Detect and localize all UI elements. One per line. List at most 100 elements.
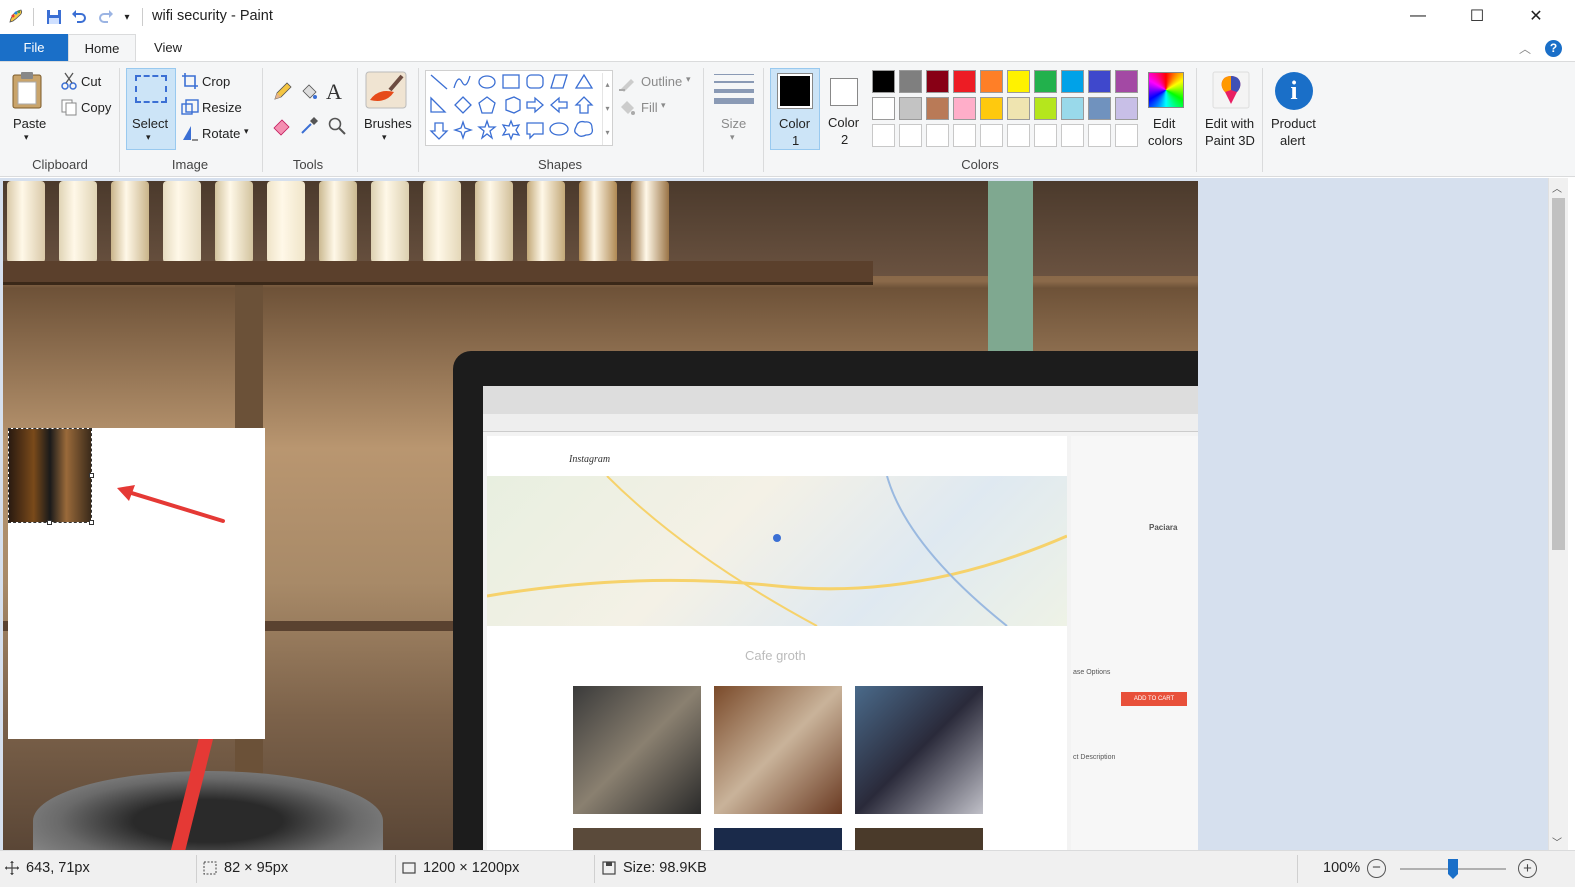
zoom-out-button[interactable]: − <box>1367 859 1386 878</box>
redo-icon[interactable] <box>95 6 117 28</box>
palette-swatch[interactable] <box>926 70 949 93</box>
selection-handle-bottom[interactable] <box>47 520 52 525</box>
collapse-ribbon-icon[interactable]: ︿ <box>1519 40 1531 57</box>
palette-custom-slot[interactable] <box>980 124 1003 147</box>
photo-2 <box>714 686 842 814</box>
pencil-icon[interactable] <box>272 82 292 100</box>
palette-swatch[interactable] <box>1007 97 1030 120</box>
tab-view[interactable]: View <box>138 34 198 62</box>
vertical-scrollbar[interactable]: ︿ ﹀ <box>1548 178 1568 850</box>
paste-button[interactable]: Paste <box>13 116 46 131</box>
scroll-thumb[interactable] <box>1552 198 1565 550</box>
product-alert-label-1[interactable]: Product <box>1271 116 1316 131</box>
color1-button[interactable]: Color 1 <box>770 68 820 150</box>
customize-toolbar-icon[interactable]: ▾ <box>120 6 134 28</box>
paint3d-icon[interactable] <box>1211 70 1251 110</box>
palette-swatch[interactable] <box>1061 97 1084 120</box>
cursor-move-icon <box>5 861 19 875</box>
selection-handle-corner[interactable] <box>89 520 94 525</box>
palette-swatch[interactable] <box>953 97 976 120</box>
copy-button[interactable]: Copy <box>81 100 111 115</box>
scroll-down-icon[interactable]: ﹀ <box>1552 834 1562 849</box>
zoom-slider-thumb[interactable] <box>1448 859 1458 879</box>
fill-bucket-icon[interactable] <box>299 82 317 100</box>
shapes-gallery[interactable]: ▴ ▾ ▾ <box>425 70 613 146</box>
palette-custom-slot[interactable] <box>872 124 895 147</box>
palette-swatch[interactable] <box>980 97 1003 120</box>
crop-button[interactable]: Crop <box>202 74 230 89</box>
text-tool-icon[interactable]: A <box>326 79 342 105</box>
undo-icon[interactable] <box>68 6 90 28</box>
magnifier-icon[interactable] <box>327 116 346 135</box>
product-alert-label-2[interactable]: alert <box>1280 133 1305 148</box>
palette-swatch[interactable] <box>1115 97 1138 120</box>
paste-icon[interactable] <box>10 70 48 110</box>
rotate-dropdown-icon[interactable]: ▾ <box>244 126 249 137</box>
outline-dropdown-icon[interactable]: ▾ <box>686 74 691 85</box>
paste-dropdown-icon[interactable]: ▾ <box>24 132 29 143</box>
selection-handle-right[interactable] <box>89 473 94 478</box>
palette-swatch[interactable] <box>953 70 976 93</box>
size-button[interactable]: Size <box>721 116 746 131</box>
save-icon[interactable] <box>43 6 65 28</box>
fill-button[interactable]: Fill <box>641 100 658 115</box>
ribbon-tabs: File Home View ︿ ? <box>0 34 1575 62</box>
workspace[interactable]: Instagram Cafe groth Paciara ADD TO CART… <box>0 178 1548 850</box>
shapes-scroll-icon[interactable]: ▴ ▾ ▾ <box>602 73 612 145</box>
maximize-button[interactable]: ☐ <box>1454 0 1500 32</box>
edit-colors-label-1[interactable]: Edit <box>1153 116 1175 131</box>
palette-swatch[interactable] <box>1115 70 1138 93</box>
palette-custom-slot[interactable] <box>1088 124 1111 147</box>
product-alert-icon[interactable]: i <box>1275 72 1313 110</box>
zoom-in-button[interactable]: + <box>1518 859 1537 878</box>
size-dropdown-icon[interactable]: ▾ <box>730 132 735 143</box>
minimize-button[interactable]: — <box>1395 0 1441 32</box>
palette-custom-slot[interactable] <box>926 124 949 147</box>
color2-button[interactable]: Color 2 <box>820 68 870 150</box>
palette-swatch[interactable] <box>1061 70 1084 93</box>
tab-file[interactable]: File <box>0 34 68 62</box>
palette-custom-slot[interactable] <box>1034 124 1057 147</box>
brushes-icon[interactable] <box>364 70 408 110</box>
eraser-icon[interactable] <box>272 116 290 136</box>
brushes-dropdown-icon[interactable]: ▾ <box>382 132 387 143</box>
canvas[interactable]: Instagram Cafe groth Paciara ADD TO CART… <box>3 181 1198 850</box>
size-icon[interactable] <box>714 74 754 108</box>
cut-button[interactable]: Cut <box>81 74 101 89</box>
resize-button[interactable]: Resize <box>202 100 242 115</box>
palette-custom-slot[interactable] <box>1061 124 1084 147</box>
palette-swatch[interactable] <box>926 97 949 120</box>
palette-custom-slot[interactable] <box>1115 124 1138 147</box>
palette-swatch[interactable] <box>1034 70 1057 93</box>
palette-swatch[interactable] <box>899 97 922 120</box>
scroll-up-icon[interactable]: ︿ <box>1552 180 1562 195</box>
palette-swatch[interactable] <box>899 70 922 93</box>
palette-swatch[interactable] <box>1034 97 1057 120</box>
close-button[interactable]: ✕ <box>1513 0 1559 32</box>
selection-rectangle[interactable] <box>8 428 92 523</box>
palette-swatch[interactable] <box>1088 70 1111 93</box>
shapes-grid-icon[interactable] <box>428 72 604 146</box>
palette-custom-slot[interactable] <box>899 124 922 147</box>
paint-app-icon[interactable] <box>6 6 28 28</box>
outline-button[interactable]: Outline <box>641 74 682 89</box>
color-picker-icon[interactable] <box>299 116 318 134</box>
palette-custom-slot[interactable] <box>953 124 976 147</box>
palette-swatch[interactable] <box>872 97 895 120</box>
brushes-button[interactable]: Brushes <box>364 116 412 131</box>
paint3d-label-1[interactable]: Edit with <box>1205 116 1254 131</box>
edit-colors-label-2[interactable]: colors <box>1148 133 1183 148</box>
help-icon[interactable]: ? <box>1545 40 1562 57</box>
palette-swatch[interactable] <box>1007 70 1030 93</box>
edit-colors-icon[interactable] <box>1148 72 1184 108</box>
tab-home[interactable]: Home <box>68 34 136 62</box>
palette-swatch[interactable] <box>980 70 1003 93</box>
palette-swatch[interactable] <box>872 70 895 93</box>
palette-custom-slot[interactable] <box>1007 124 1030 147</box>
fill-dropdown-icon[interactable]: ▾ <box>661 100 666 111</box>
rotate-button[interactable]: Rotate <box>202 126 240 141</box>
paint3d-label-2[interactable]: Paint 3D <box>1205 133 1255 148</box>
zoom-slider[interactable] <box>1400 859 1506 879</box>
select-button[interactable]: Select ▾ <box>126 68 176 150</box>
palette-swatch[interactable] <box>1088 97 1111 120</box>
